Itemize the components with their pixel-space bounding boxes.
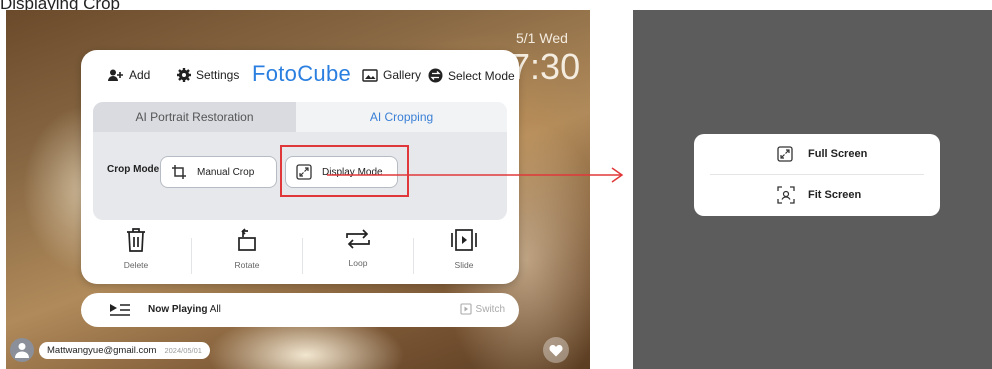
manual-crop-button[interactable]: Manual Crop xyxy=(160,156,277,188)
slide-button[interactable]: Slide xyxy=(409,228,519,270)
crop-mode-label: Crop Mode: xyxy=(107,164,163,175)
heart-icon xyxy=(549,344,563,356)
delete-label: Delete xyxy=(123,260,149,270)
top-bar: Add Settings FotoCube Gallery Select Mod… xyxy=(81,50,519,100)
account-date: 2024/05/01 xyxy=(164,345,202,355)
settings-button[interactable]: Settings xyxy=(177,68,239,82)
fit-screen-label: Fit Screen xyxy=(808,189,862,201)
display-mode-popup: Full Screen Fit Screen xyxy=(694,134,940,216)
delete-button[interactable]: Delete xyxy=(81,228,191,270)
gallery-label: Gallery xyxy=(383,68,422,82)
tab-ai-cropping[interactable]: AI Cropping xyxy=(296,102,507,132)
playlist-icon xyxy=(110,304,130,316)
full-screen-option[interactable]: Full Screen xyxy=(694,134,940,174)
gear-icon xyxy=(177,68,191,82)
brand-logo: FotoCube xyxy=(252,61,352,86)
slide-label: Slide xyxy=(454,260,474,270)
manual-crop-label: Manual Crop xyxy=(197,166,255,178)
now-playing-text: Now Playing All xyxy=(148,304,221,315)
arrow-connector xyxy=(327,167,624,183)
rotate-label: Rotate xyxy=(234,260,260,270)
action-bar: Delete Rotate Loop Slide xyxy=(81,228,519,284)
fit-screen-option[interactable]: Fit Screen xyxy=(694,175,940,215)
expand-icon xyxy=(777,146,793,162)
settings-label: Settings xyxy=(196,68,240,82)
account-email: Mattwangyue@gmail.com xyxy=(47,344,157,356)
switch-button[interactable]: Switch xyxy=(459,303,505,315)
loop-icon xyxy=(346,229,370,249)
loop-label: Loop xyxy=(348,258,368,268)
add-user-icon xyxy=(108,69,123,81)
switch-icon xyxy=(459,303,472,315)
switch-label: Switch xyxy=(475,303,505,315)
tab-ai-portrait-restoration[interactable]: AI Portrait Restoration xyxy=(93,102,296,132)
crop-icon xyxy=(172,165,186,179)
slide-icon xyxy=(451,229,477,251)
account-bar[interactable]: Mattwangyue@gmail.com 2024/05/01 xyxy=(10,338,210,362)
avatar-icon xyxy=(15,343,29,358)
rotate-icon xyxy=(238,228,256,251)
now-playing-value: All xyxy=(209,304,221,315)
fit-screen-icon xyxy=(777,186,795,204)
trash-icon xyxy=(127,228,145,252)
account-email-pill: Mattwangyue@gmail.com 2024/05/01 xyxy=(39,341,210,359)
loop-button[interactable]: Loop xyxy=(303,228,413,268)
full-screen-label: Full Screen xyxy=(808,148,868,160)
add-label: Add xyxy=(129,68,151,82)
select-mode-button[interactable]: Select Mode xyxy=(428,68,515,83)
avatar[interactable] xyxy=(10,338,34,362)
add-button[interactable]: Add xyxy=(108,68,150,82)
select-mode-label: Select Mode xyxy=(448,68,515,83)
gallery-button[interactable]: Gallery xyxy=(362,68,421,82)
rotate-button[interactable]: Rotate xyxy=(192,228,302,270)
now-playing-label: Now Playing xyxy=(148,304,208,315)
swap-icon xyxy=(428,68,443,83)
clock-date: 5/1 Wed xyxy=(516,30,568,46)
favorite-button[interactable] xyxy=(543,337,569,363)
caption-text: Displaying Crop xyxy=(0,0,120,13)
gallery-icon xyxy=(362,68,378,82)
now-playing-bar[interactable]: Now Playing All Switch xyxy=(81,293,519,327)
